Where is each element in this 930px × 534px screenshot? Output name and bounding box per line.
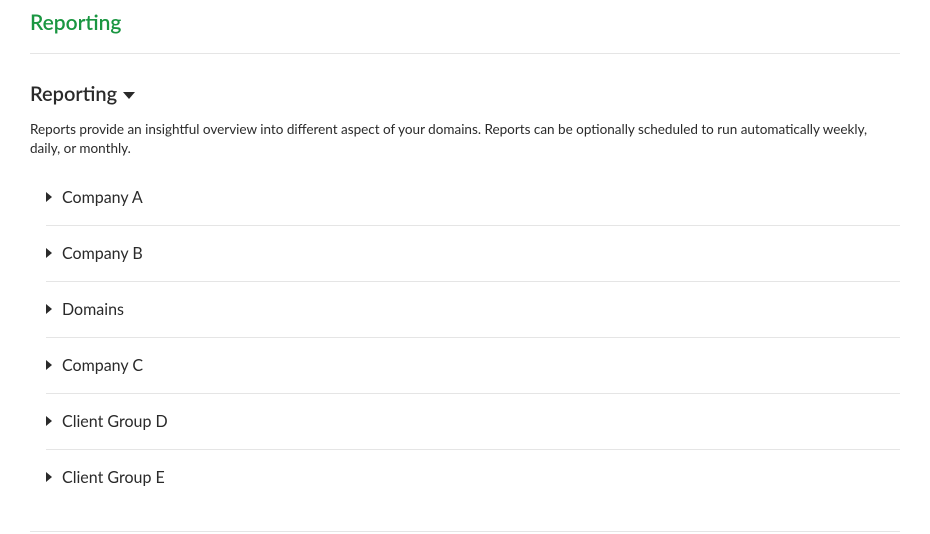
section-dropdown[interactable]: Reporting	[30, 82, 900, 106]
report-group-label: Company A	[62, 188, 143, 207]
report-group-label: Company B	[62, 244, 143, 263]
report-group-item[interactable]: Client Group E	[46, 450, 900, 505]
report-group-label: Client Group D	[62, 412, 168, 431]
caret-right-icon	[46, 472, 52, 482]
section-title: Reporting	[30, 82, 117, 106]
caret-right-icon	[46, 304, 52, 314]
report-group-label: Client Group E	[62, 468, 165, 487]
caret-right-icon	[46, 192, 52, 202]
report-group-item[interactable]: Company B	[46, 226, 900, 282]
report-group-item[interactable]: Company C	[46, 338, 900, 394]
report-group-item[interactable]: Domains	[46, 282, 900, 338]
page-title: Reporting	[30, 10, 900, 54]
report-group-item[interactable]: Company A	[46, 170, 900, 226]
report-group-label: Company C	[62, 356, 143, 375]
report-group-list: Company A Company B Domains Company C Cl…	[30, 170, 900, 532]
caret-right-icon	[46, 248, 52, 258]
section-description: Reports provide an insightful overview i…	[30, 120, 900, 158]
report-group-label: Domains	[62, 300, 124, 319]
report-group-item[interactable]: Client Group D	[46, 394, 900, 450]
caret-down-icon	[123, 92, 135, 99]
caret-right-icon	[46, 416, 52, 426]
caret-right-icon	[46, 360, 52, 370]
